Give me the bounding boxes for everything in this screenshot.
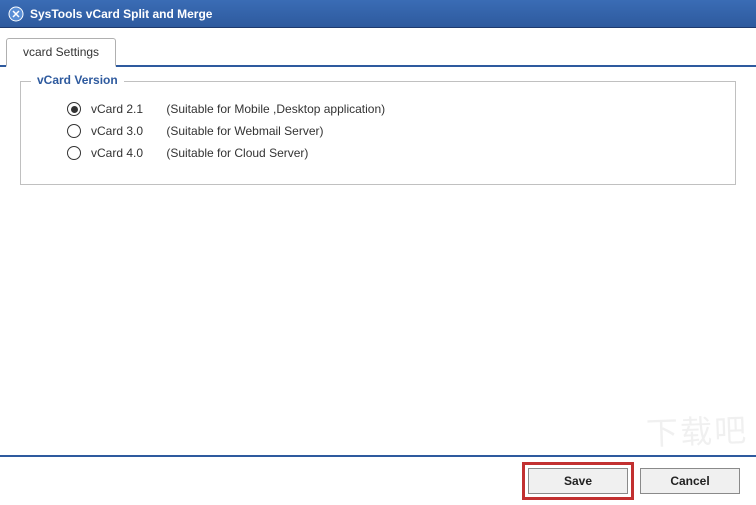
tab-label: vcard Settings — [23, 45, 99, 59]
vcard-version-fieldset: vCard Version vCard 2.1 (Suitable for Mo… — [20, 81, 736, 185]
app-title: SysTools vCard Split and Merge — [30, 7, 212, 21]
cancel-button[interactable]: Cancel — [640, 468, 740, 494]
content-area: vCard Version vCard 2.1 (Suitable for Mo… — [0, 67, 756, 463]
save-button[interactable]: Save — [528, 468, 628, 494]
radio-icon — [67, 146, 81, 160]
radio-vcard-2-1[interactable]: vCard 2.1 (Suitable for Mobile ,Desktop … — [67, 102, 717, 116]
app-icon — [8, 6, 24, 22]
tab-vcard-settings[interactable]: vcard Settings — [6, 38, 116, 67]
radio-icon — [67, 124, 81, 138]
radio-label: vCard 3.0 (Suitable for Webmail Server) — [91, 124, 324, 138]
radio-label: vCard 2.1 (Suitable for Mobile ,Desktop … — [91, 102, 385, 116]
radio-label: vCard 4.0 (Suitable for Cloud Server) — [91, 146, 308, 160]
titlebar: SysTools vCard Split and Merge — [0, 0, 756, 28]
fieldset-legend: vCard Version — [31, 73, 124, 87]
tab-strip: vcard Settings — [0, 30, 756, 67]
radio-vcard-4-0[interactable]: vCard 4.0 (Suitable for Cloud Server) — [67, 146, 717, 160]
radio-icon — [67, 102, 81, 116]
radio-vcard-3-0[interactable]: vCard 3.0 (Suitable for Webmail Server) — [67, 124, 717, 138]
footer: Save Cancel — [0, 455, 756, 505]
